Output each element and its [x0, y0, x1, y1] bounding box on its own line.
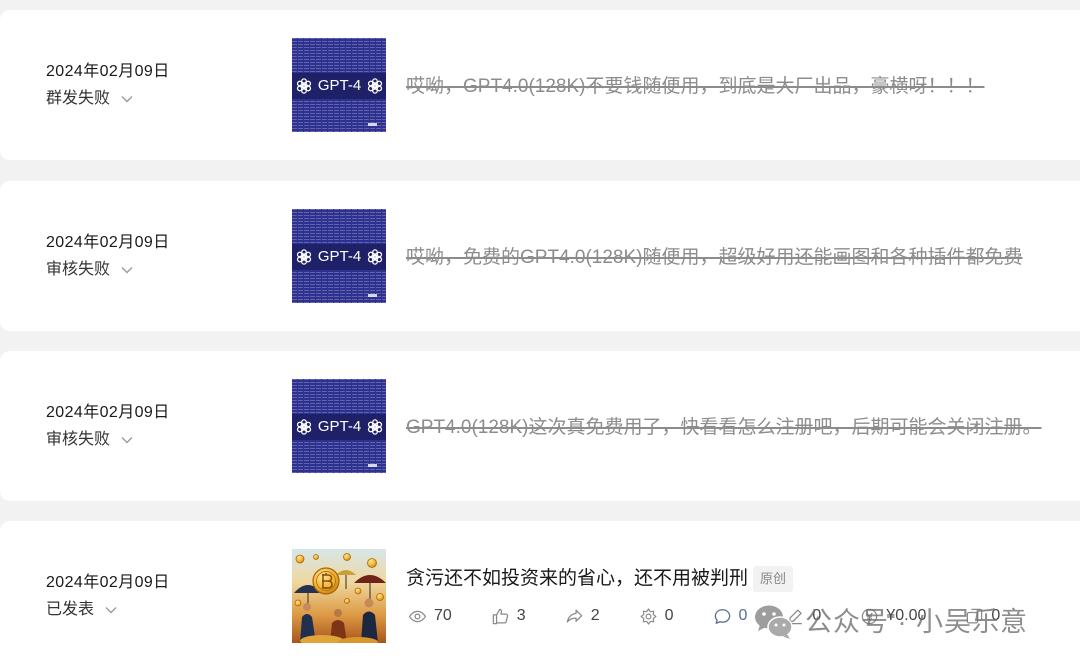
stat-value: 2: [590, 607, 600, 624]
publish-date: 2024年02月09日: [46, 574, 170, 591]
status-label: 审核失败: [46, 261, 111, 278]
article-row: 2024年02月09日 群发失败 GPT-4 哎呦，GPT4.0(128K)不要…: [0, 10, 1080, 160]
thumbs-up-icon: [491, 607, 510, 626]
cover-logo-text: GPT-4: [317, 77, 362, 94]
article-title-row: 贪污还不如投资来的省心，还不用被判刑 原创: [406, 566, 794, 592]
publish-date: 2024年02月09日: [46, 63, 170, 80]
chevron-down-icon[interactable]: [104, 603, 118, 617]
article-cover-image[interactable]: GPT-4: [292, 209, 386, 303]
article-row: 2024年02月09日 已发表 贪污还不如投资来的省心，还不用被判刑 原创 70…: [0, 521, 1080, 668]
cover-logo-text: GPT-4: [317, 418, 362, 435]
stat-value: 70: [434, 607, 452, 624]
comment-icon: [713, 607, 732, 626]
article-row: 2024年02月09日 审核失败 GPT-4: [0, 351, 1080, 501]
stat-value: 0: [812, 607, 822, 624]
status-label: 审核失败: [46, 431, 111, 448]
cover-logo-band: GPT-4: [292, 73, 386, 99]
stat-underlines: 0: [786, 606, 821, 626]
cover-corner-mark: [368, 294, 377, 297]
stat-views: 70: [408, 606, 452, 626]
cover-logo-text: GPT-4: [317, 248, 362, 265]
stat-value: ¥0.00: [886, 607, 927, 624]
openai-logo-icon: [295, 77, 313, 95]
share-icon: [565, 607, 584, 626]
publish-date: 2024年02月09日: [46, 404, 170, 421]
status-dropdown[interactable]: 审核失败: [46, 430, 134, 450]
openai-logo-icon: [295, 248, 313, 266]
openai-logo-icon: [366, 248, 384, 266]
status-dropdown[interactable]: 审核失败: [46, 260, 134, 280]
reward-icon: [860, 607, 879, 626]
article-stats: 70 3 2 0 0 0 ¥0.00 0: [408, 606, 1000, 626]
article-list-page: { "articles": [ { "date": "2024年02月09日",…: [0, 0, 1080, 668]
stat-value: 0: [991, 607, 1001, 624]
cover-logo-band: GPT-4: [292, 244, 386, 270]
status-dropdown[interactable]: 已发表: [46, 600, 118, 620]
chevron-down-icon[interactable]: [120, 263, 134, 277]
cover-logo-band: GPT-4: [292, 414, 386, 440]
cover-corner-mark: [368, 123, 377, 126]
stat-reposts: 0: [965, 606, 1000, 626]
wow-icon: [639, 607, 658, 626]
underline-icon: [786, 607, 805, 626]
stat-value: 3: [516, 607, 526, 624]
bitcoin-cover-illustration: [292, 549, 386, 643]
article-cover-image[interactable]: GPT-4: [292, 38, 386, 132]
original-badge: 原创: [753, 566, 794, 592]
stat-likes: 3: [491, 606, 526, 626]
status-label: 群发失败: [46, 90, 111, 107]
article-title-link[interactable]: 哎呦，免费的GPT4.0(128K)随便用，超级好用还能画图和各种插件都免费: [406, 245, 1023, 271]
article-row: 2024年02月09日 审核失败 GPT-4: [0, 181, 1080, 331]
article-title-link[interactable]: 哎呦，GPT4.0(128K)不要钱随便用，到底是大厂出品，豪横呀！！！: [406, 74, 985, 100]
publish-date: 2024年02月09日: [46, 234, 170, 251]
stat-shares: 2: [565, 606, 600, 626]
stat-value: 0: [738, 607, 748, 624]
article-cover-image[interactable]: [292, 549, 386, 643]
cover-corner-mark: [368, 464, 377, 467]
article-cover-image[interactable]: GPT-4: [292, 379, 386, 473]
repost-icon: [965, 607, 984, 626]
stat-wow: 0: [639, 606, 674, 626]
openai-logo-icon: [366, 418, 384, 436]
openai-logo-icon: [366, 77, 384, 95]
openai-logo-icon: [295, 418, 313, 436]
article-title-link[interactable]: 贪污还不如投资来的省心，还不用被判刑: [406, 566, 748, 592]
status-label: 已发表: [46, 601, 95, 618]
article-title-link[interactable]: GPT4.0(128K)这次真免费用了，快看看怎么注册吧，后期可能会关闭注册。: [406, 415, 1042, 441]
stat-reward: ¥0.00: [860, 606, 926, 626]
stat-value: 0: [664, 607, 674, 624]
eye-icon: [408, 607, 427, 626]
stat-comments[interactable]: 0: [713, 606, 748, 626]
chevron-down-icon[interactable]: [120, 433, 134, 447]
chevron-down-icon[interactable]: [120, 92, 134, 106]
status-dropdown[interactable]: 群发失败: [46, 89, 134, 109]
